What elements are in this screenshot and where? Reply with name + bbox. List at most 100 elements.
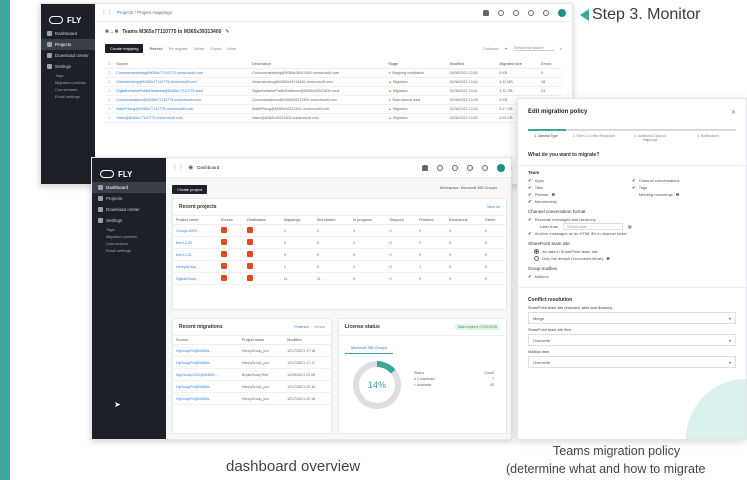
- table-row[interactable]: HyGroupFA@M365x... HenryGroup_pro 12/17/20…: [173, 356, 331, 369]
- table-row[interactable]: HyGroupFA@M365x... HenryGroup_pro 12/17/20…: [173, 392, 331, 405]
- checkbox-tabs[interactable]: ✔ Tabs: [528, 184, 632, 191]
- col-source[interactable]: Source: [113, 60, 250, 69]
- workspace-selector[interactable]: Workspace: Microsoft 365 Groups: [440, 186, 497, 190]
- create-mapping-button[interactable]: Create mapping: [105, 44, 144, 53]
- col-modified[interactable]: Modified: [284, 336, 331, 345]
- bell-icon[interactable]: [483, 9, 489, 16]
- radio-sp-default[interactable]: Only the default Documents library ❶: [528, 255, 736, 262]
- row-checkbox[interactable]: □: [105, 77, 114, 87]
- select-all-checkbox[interactable]: □: [105, 60, 114, 69]
- more-button[interactable]: More: [228, 47, 237, 51]
- row-checkbox[interactable]: □: [105, 95, 114, 105]
- gear-icon[interactable]: [482, 164, 488, 171]
- create-project-button[interactable]: Create project: [172, 185, 208, 194]
- checkbox-membership[interactable]: ✔ Membership: [528, 198, 632, 205]
- sidebar-sub-email-settings[interactable]: Email settings: [41, 93, 95, 100]
- sync-icon[interactable]: [452, 164, 458, 171]
- info-icon[interactable]: ❶: [606, 256, 610, 261]
- radio-sp-all[interactable]: All data in SharePoint team site: [528, 248, 736, 255]
- rp-col-7[interactable]: Finished: [416, 216, 446, 225]
- checkbox-recreate-messages[interactable]: ✔ Recreate messages and hierarchy: [528, 216, 736, 223]
- globe-icon[interactable]: [467, 164, 473, 171]
- col-destination[interactable]: Destination: [249, 60, 386, 69]
- gear-icon[interactable]: [543, 9, 549, 16]
- info-icon[interactable]: ❶: [676, 192, 680, 197]
- cell-source[interactable]: HyGroupFA@M365x...: [173, 392, 239, 405]
- table-row[interactable]: □ Contosomarketing@M365x77110775.onmicros…: [105, 68, 562, 78]
- checkbox-planner[interactable]: ✔ Planner ❶: [528, 191, 632, 198]
- help-icon[interactable]: [437, 164, 443, 171]
- cr-files-select[interactable]: Overwrite ▾: [528, 334, 736, 346]
- apps-grid-icon[interactable]: ⋮⋮: [101, 9, 113, 16]
- sidebar-sub-migration-policies[interactable]: Migration policies: [41, 79, 95, 86]
- cell-source[interactable]: DigitalInitiativePublicRelations@M365x77…: [113, 86, 250, 96]
- cell-source[interactable]: HyGroupFA@M365x...: [173, 380, 239, 393]
- refresh-button[interactable]: Refresh: [149, 47, 162, 51]
- cr-mailbox-select[interactable]: Overwrite ▾: [528, 356, 736, 368]
- table-row[interactable]: AppGroup1202@M365x... BryanGroupTest 12/09…: [173, 368, 331, 381]
- rp-col-3[interactable]: Mappings: [280, 216, 314, 225]
- sidebar-sub-tags[interactable]: Tags: [41, 72, 95, 79]
- cell-source[interactable]: HyGroupFA@M365x...: [173, 344, 239, 357]
- col-source[interactable]: Source: [173, 336, 239, 345]
- table-row[interactable]: □ Communications@M365x77110775.onmicrosof…: [105, 95, 562, 105]
- step-additional[interactable]: 3. Additional Optional Mappings: [628, 134, 672, 142]
- sync-icon[interactable]: [513, 9, 519, 16]
- cell-project-name[interactable]: Groups-8009...: [173, 224, 218, 237]
- row-checkbox[interactable]: □: [105, 86, 114, 96]
- rp-col-0[interactable]: Project name: [173, 216, 218, 225]
- col-migrated-size[interactable]: Migrated size: [496, 60, 539, 69]
- close-icon[interactable]: ✕: [731, 109, 736, 116]
- table-row[interactable]: HyGroupFA@M365x... HenryGroup_pro 12/17/20…: [173, 380, 331, 393]
- table-row[interactable]: test 12.21 0 0 0 0 0 0 0: [173, 248, 506, 261]
- rp-col-1[interactable]: Source: [217, 216, 245, 225]
- rp-col-2[interactable]: Destination: [244, 216, 281, 225]
- row-checkbox[interactable]: □: [105, 68, 114, 78]
- globe-icon[interactable]: [528, 9, 534, 16]
- cell-project-name[interactable]: HenryGroup_...: [173, 260, 218, 273]
- cell-source[interactable]: Contosomarketing@M365x77110775.onmicroso…: [113, 68, 250, 78]
- checkbox-mailbox[interactable]: ✔ Mailbox: [528, 273, 736, 280]
- date-input[interactable]: Select date: [563, 223, 624, 230]
- sidebar-item-dashboard[interactable]: Dashboard: [92, 182, 166, 193]
- table-row[interactable]: DigitalGroup... 11 11 0 0 0 0 0: [173, 272, 506, 285]
- cell-source[interactable]: HyGroupFA@M365x...: [173, 356, 239, 369]
- rp-col-9[interactable]: Failed: [481, 216, 506, 225]
- step-filter[interactable]: 2. Filter & Conflict Resolution: [572, 134, 616, 138]
- help-icon[interactable]: [498, 9, 504, 16]
- calendar-icon[interactable]: ▦: [628, 224, 632, 229]
- license-tab-m365-groups[interactable]: Microsoft 365 Groups: [345, 343, 394, 354]
- columns-button[interactable]: Columns: [483, 47, 498, 51]
- sidebar-item-download-center[interactable]: Download center: [41, 50, 95, 61]
- checkbox-tags[interactable]: ✔ Tags: [632, 184, 736, 191]
- rp-col-4[interactable]: Not started: [313, 216, 350, 225]
- step-general-type[interactable]: 1. General Type: [524, 134, 568, 138]
- sidebar-item-projects[interactable]: Projects: [92, 193, 166, 204]
- table-row[interactable]: Groups-8009... 2 2 0 0 0 0 0: [173, 224, 506, 237]
- avatar[interactable]: [497, 163, 505, 172]
- cell-project-name[interactable]: test 12.21: [173, 248, 218, 261]
- col-project-name[interactable]: Project name: [238, 336, 285, 345]
- sidebar-sub-email-settings[interactable]: Email settings: [92, 247, 166, 254]
- row-checkbox[interactable]: □: [105, 104, 114, 114]
- col-stage[interactable]: Stage: [385, 60, 447, 69]
- cell-project-name[interactable]: test 12.20: [173, 236, 218, 249]
- table-row[interactable]: test 12.20 0 0 0 0 0 0 0: [173, 236, 506, 249]
- sidebar-sub-connections[interactable]: Connections: [41, 86, 95, 93]
- table-row[interactable]: HenryGroup_... 1 0 0 0 1 0 0: [173, 260, 506, 273]
- sidebar-item-dashboard[interactable]: Dashboard: [41, 28, 95, 39]
- checkbox-apps[interactable]: ✔ Apps: [528, 177, 632, 184]
- sidebar-item-settings[interactable]: Settings: [92, 215, 166, 226]
- cell-source[interactable]: Xteamstesting@M365x77110775.onmicrosoft.…: [113, 77, 250, 87]
- info-icon[interactable]: ❶: [552, 192, 556, 197]
- table-row[interactable]: □ MarkPricing@M365x77110775.onmicrosoft.c…: [105, 104, 562, 114]
- checkbox-channel-conversations[interactable]: ✔ Channel conversations: [632, 177, 736, 184]
- rp-col-5[interactable]: In progress: [349, 216, 387, 225]
- sidebar-sub-migration-policies[interactable]: Migration policies: [92, 233, 166, 240]
- cell-source[interactable]: Communications@M365x77110775.onmicrosoft…: [113, 95, 250, 105]
- col-errors[interactable]: Errors: [538, 60, 562, 69]
- view-all-link[interactable]: View all: [487, 205, 500, 209]
- cell-source[interactable]: AppGroup1202@M365x...: [173, 368, 239, 381]
- step-notifications[interactable]: 4. Notifications: [686, 134, 730, 138]
- sidebar-item-projects[interactable]: Projects: [41, 39, 95, 50]
